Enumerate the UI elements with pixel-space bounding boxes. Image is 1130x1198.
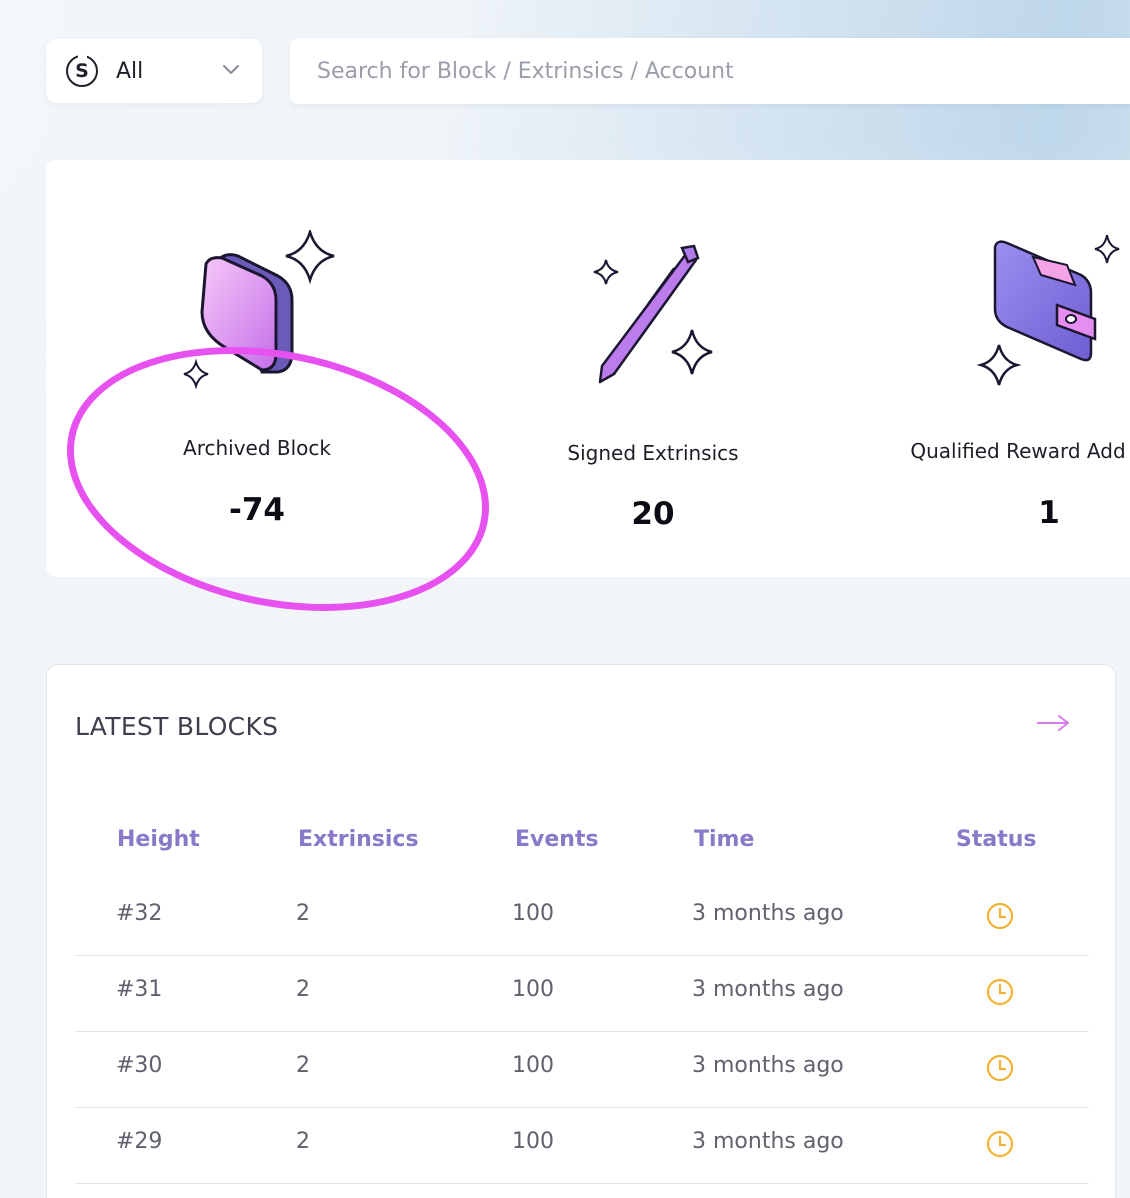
cell-time: 3 months ago — [692, 901, 844, 926]
cell-events: 100 — [512, 901, 554, 926]
column-header-extrinsics[interactable]: Extrinsics — [298, 827, 419, 852]
column-header-events[interactable]: Events — [515, 827, 599, 852]
clock-icon — [986, 1054, 1014, 1082]
cell-time: 3 months ago — [692, 977, 844, 1002]
cell-extrinsics: 2 — [296, 1129, 310, 1154]
stat-label-archived-block: Archived Block — [183, 436, 331, 460]
cell-height[interactable]: #30 — [116, 1053, 162, 1078]
stat-label-signed-extrinsics: Signed Extrinsics — [567, 441, 739, 465]
pen-icon — [593, 244, 713, 384]
table-row[interactable]: #30 2 100 3 months ago — [75, 1031, 1089, 1108]
clock-icon — [986, 902, 1014, 930]
network-logo-icon: S — [66, 53, 98, 87]
latest-blocks-card: LATEST BLOCKS Height Extrinsics Events T… — [46, 664, 1116, 1198]
cell-extrinsics: 2 — [296, 901, 310, 926]
latest-blocks-title: LATEST BLOCKS — [75, 712, 279, 741]
search-input[interactable] — [290, 38, 1130, 104]
cell-events: 100 — [512, 977, 554, 1002]
chevron-down-icon[interactable] — [222, 63, 240, 75]
archive-block-icon — [183, 230, 335, 390]
cell-extrinsics: 2 — [296, 977, 310, 1002]
cell-height[interactable]: #31 — [116, 977, 162, 1002]
column-header-time[interactable]: Time — [694, 827, 754, 852]
stat-label-qualified-reward: Qualified Reward Add — [910, 439, 1126, 463]
network-logo-letter: S — [75, 60, 89, 82]
clock-icon — [986, 1130, 1014, 1158]
stats-card: Archived Block -74 Signed Extrinsics 20 … — [46, 160, 1130, 577]
cell-events: 100 — [512, 1129, 554, 1154]
stat-value-archived-block: -74 — [228, 492, 286, 528]
cell-time: 3 months ago — [692, 1053, 844, 1078]
table-row[interactable]: #31 2 100 3 months ago — [75, 955, 1089, 1032]
network-selected-label: All — [116, 58, 144, 84]
column-header-status[interactable]: Status — [956, 827, 1036, 852]
clock-icon — [986, 978, 1014, 1006]
cell-time: 3 months ago — [692, 1129, 844, 1154]
arrow-right-icon[interactable] — [1035, 713, 1071, 733]
wallet-icon — [976, 235, 1120, 386]
cell-height[interactable]: #32 — [116, 901, 162, 926]
network-selector[interactable]: S All — [46, 39, 262, 103]
table-row[interactable]: #29 2 100 3 months ago — [75, 1107, 1089, 1184]
column-header-height[interactable]: Height — [117, 827, 200, 852]
stat-value-qualified-reward: 1 — [1038, 495, 1060, 531]
cell-extrinsics: 2 — [296, 1053, 310, 1078]
table-row[interactable]: #32 2 100 3 months ago — [75, 879, 1089, 956]
stat-value-signed-extrinsics: 20 — [631, 496, 675, 532]
cell-events: 100 — [512, 1053, 554, 1078]
cell-height[interactable]: #29 — [116, 1129, 162, 1154]
